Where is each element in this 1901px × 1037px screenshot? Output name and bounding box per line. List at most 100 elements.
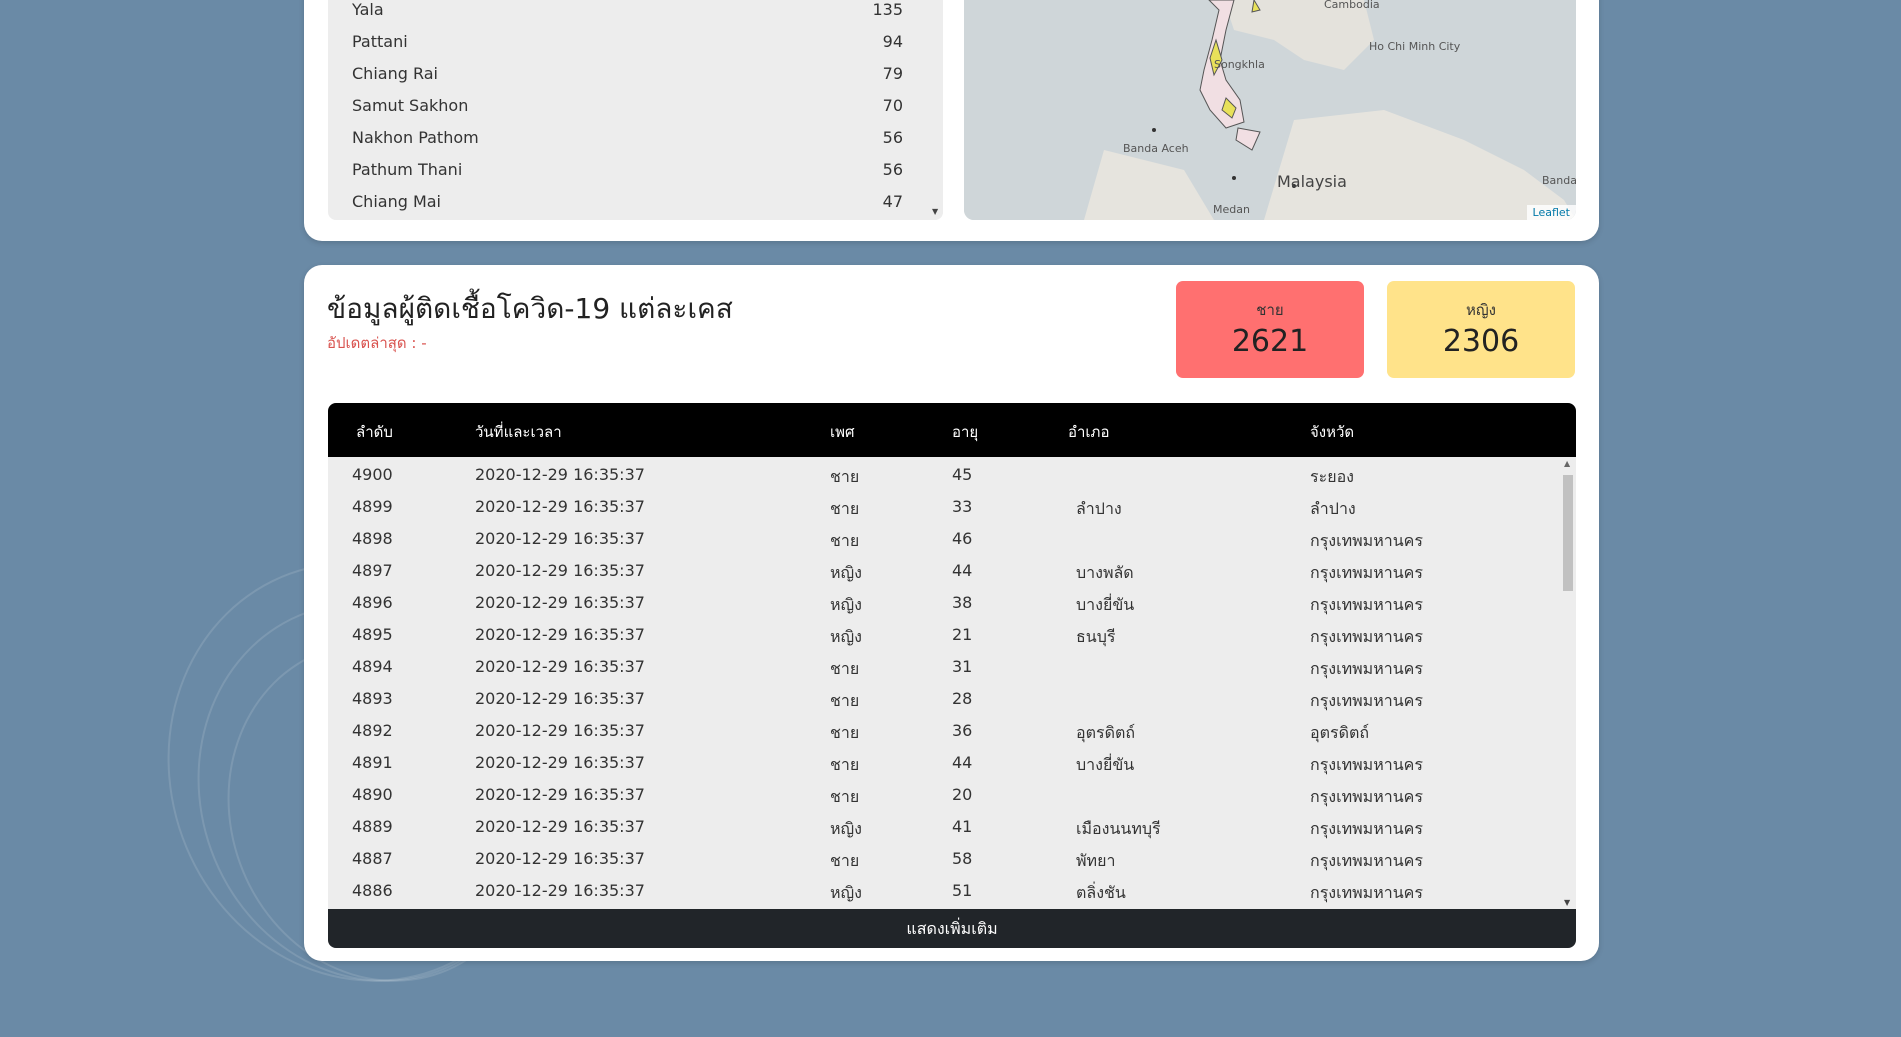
table-row: 4890 2020-12-29 16:35:37 ชาย 20 กรุงเทพมหานค… [328,779,1576,811]
province-summary-card: Yala 135 Pattani 94 Chiang Rai 79 Samut Sakhon… [304,0,1599,241]
scrollbar-thumb[interactable] [1563,475,1573,591]
case-gender: ชาย [830,499,860,518]
table-row: 4886 2020-12-29 16:35:37 หญิง 51 ตลิ่งชัน กรุ… [328,875,1576,907]
male-count: 2621 [1231,324,1309,359]
case-province: กรุงเทพมหานคร [1310,755,1423,774]
table-row: 4900 2020-12-29 16:35:37 ชาย 45 ระยอง [328,459,1576,491]
case-datetime: 2020-12-29 16:35:37 [475,497,645,516]
province-row: Nakhon Pathom 56 [328,121,943,153]
case-table: ลำดับ วันที่และเวลา เพศ อายุ อำเภอ จังหว… [328,403,1576,948]
case-province: อุตรดิตถ์ [1310,723,1370,742]
table-row: 4896 2020-12-29 16:35:37 หญิง 38 บางยี่ขัน กร… [328,587,1576,619]
scroll-down-icon[interactable]: ▼ [1564,898,1570,907]
province-count: 56 [882,127,903,147]
case-gender: ชาย [830,659,860,678]
case-province: กรุงเทพมหานคร [1310,819,1423,838]
leaflet-attribution-link[interactable]: Leaflet [1526,205,1576,220]
case-age: 58 [952,849,973,868]
province-name: Pathum Thani [352,159,463,179]
case-number: 4894 [352,657,393,676]
table-row: 4889 2020-12-29 16:35:37 หญิง 41 เมืองนนทบุร… [328,811,1576,843]
case-province: กรุงเทพมหานคร [1310,627,1423,646]
map-label-hcmc: Ho Chi Minh City [1369,40,1461,53]
column-header-order: ลำดับ [356,423,393,441]
column-header-datetime: วันที่และเวลา [475,423,562,441]
case-datetime: 2020-12-29 16:35:37 [475,817,645,836]
province-row: Samut Sakhon 70 [328,89,943,121]
column-header-district: อำเภอ [1068,423,1110,441]
table-row: 4898 2020-12-29 16:35:37 ชาย 46 กรุงเทพมหานค… [328,523,1576,555]
province-count: 135 [872,0,903,19]
table-row: 4899 2020-12-29 16:35:37 ชาย 33 ลำปาง ลำปาง [328,491,1576,523]
case-district: ลำปาง [1076,499,1122,518]
female-label: หญิง [1466,301,1496,319]
case-gender: หญิง [830,819,862,838]
case-number: 4898 [352,529,393,548]
case-datetime: 2020-12-29 16:35:37 [475,561,645,580]
case-gender: ชาย [830,755,860,774]
case-district: เมืองนนทบุรี [1076,819,1161,838]
show-more-button[interactable]: แสดงเพิ่มเติม [328,909,1576,948]
province-list-scrollbar[interactable]: ▼ [929,0,943,220]
table-row: 4892 2020-12-29 16:35:37 ชาย 36 อุตรดิตถ์ อุต… [328,715,1576,747]
case-datetime: 2020-12-29 16:35:37 [475,753,645,772]
case-province: กรุงเทพมหานคร [1310,563,1423,582]
male-count-card: ชาย 2621 [1176,281,1364,378]
case-gender: หญิง [830,563,862,582]
case-datetime: 2020-12-29 16:35:37 [475,785,645,804]
map-label-cambodia: Cambodia [1324,0,1380,11]
case-province: กรุงเทพมหานคร [1310,691,1423,710]
case-age: 38 [952,593,973,612]
table-row: 4887 2020-12-29 16:35:37 ชาย 58 พัทยา กรุงเทพ… [328,843,1576,875]
case-province: กรุงเทพมหานคร [1310,659,1423,678]
case-district: ธนบุรี [1076,627,1116,646]
case-province: กรุงเทพมหานคร [1310,531,1423,550]
case-province: กรุงเทพมหานคร [1310,595,1423,614]
case-district: บางยี่ขัน [1076,755,1135,774]
case-gender: ชาย [830,691,860,710]
case-datetime: 2020-12-29 16:35:37 [475,465,645,484]
case-province: กรุงเทพมหานคร [1310,787,1423,806]
province-row: Pattani 94 [328,25,943,57]
case-province: ลำปาง [1310,499,1356,518]
province-list[interactable]: Yala 135 Pattani 94 Chiang Rai 79 Samut Sakhon… [328,0,943,220]
case-gender: ชาย [830,851,860,870]
province-name: Chiang Mai [352,191,441,211]
case-datetime: 2020-12-29 16:35:37 [475,657,645,676]
map-label-medan: Medan [1213,203,1250,216]
case-district: ตลิ่งชัน [1076,883,1126,902]
province-count: 94 [882,31,903,51]
case-district: บางยี่ขัน [1076,595,1135,614]
map-label-malaysia: Malaysia [1277,172,1347,191]
map-shapes [964,0,1576,220]
province-row: Chiang Mai 47 [328,185,943,217]
case-gender: หญิง [830,595,862,614]
province-row: Chiang Rai 79 [328,57,943,89]
case-datetime: 2020-12-29 16:35:37 [475,721,645,740]
case-age: 51 [952,881,973,900]
province-count: 47 [882,191,903,211]
scroll-up-icon[interactable]: ▲ [1564,459,1570,468]
case-age: 36 [952,721,973,740]
province-count: 70 [882,95,903,115]
case-number: 4890 [352,785,393,804]
table-scrollbar[interactable]: ▲ ▼ [1560,457,1576,909]
case-datetime: 2020-12-29 16:35:37 [475,849,645,868]
province-count: 79 [882,63,903,83]
case-age: 46 [952,529,973,548]
province-row: Yala 135 [328,0,943,25]
table-row: 4891 2020-12-29 16:35:37 ชาย 44 บางยี่ขัน กรุ… [328,747,1576,779]
case-age: 45 [952,465,973,484]
covid-map[interactable]: Cambodia Ho Chi Minh City Songkhla Banda… [964,0,1576,220]
table-row: 4894 2020-12-29 16:35:37 ชาย 31 กรุงเทพมหานค… [328,651,1576,683]
case-number: 4895 [352,625,393,644]
scroll-down-icon[interactable]: ▼ [932,207,938,216]
case-datetime: 2020-12-29 16:35:37 [475,593,645,612]
case-age: 41 [952,817,973,836]
province-name: Nakhon Pathom [352,127,479,147]
table-row: 4895 2020-12-29 16:35:37 หญิง 21 ธนบุรี กรุงเ… [328,619,1576,651]
case-datetime: 2020-12-29 16:35:37 [475,625,645,644]
province-name: Samut Sakhon [352,95,469,115]
case-gender: หญิง [830,883,862,902]
table-body[interactable]: 4900 2020-12-29 16:35:37 ชาย 45 ระยอง 4899 202… [328,457,1576,909]
